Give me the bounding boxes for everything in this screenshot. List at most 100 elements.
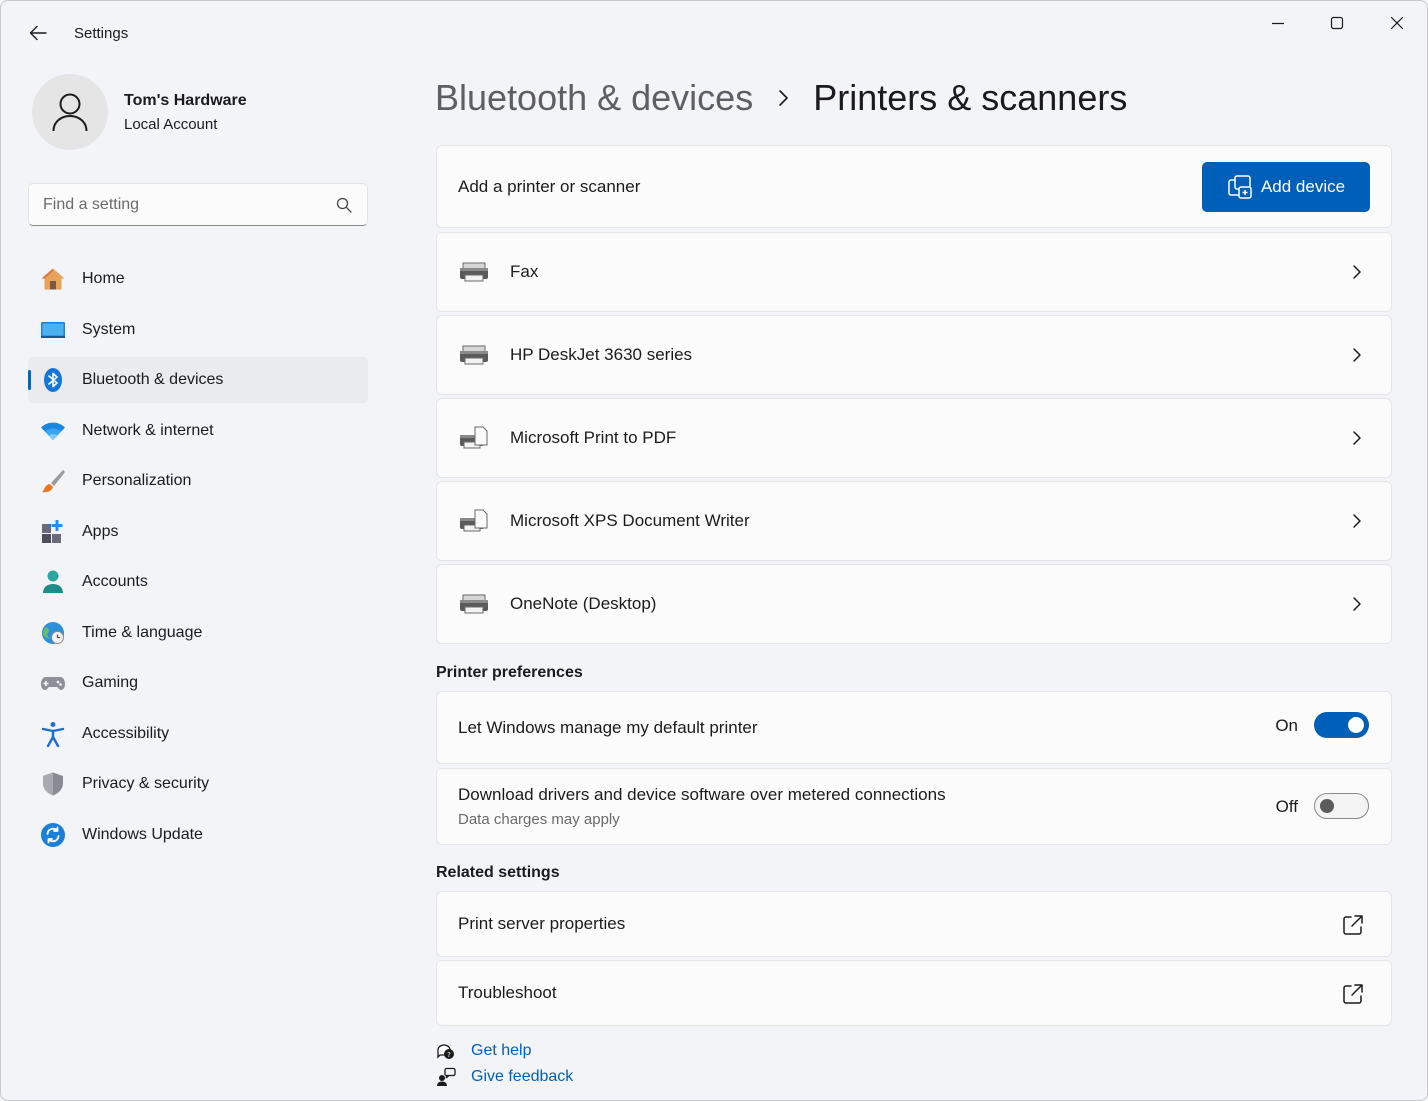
- breadcrumb: Bluetooth & devices Printers & scanners: [435, 77, 1127, 119]
- sidebar-item-network-internet[interactable]: Network & internet: [28, 408, 368, 454]
- related-settings-heading: Related settings: [436, 864, 560, 881]
- home-icon: [40, 266, 66, 292]
- sidebar-item-personalization[interactable]: Personalization: [28, 458, 368, 504]
- chevron-right-icon: [1349, 344, 1365, 366]
- chevron-right-icon: [777, 89, 789, 107]
- sidebar-item-label: Network & internet: [82, 421, 214, 439]
- breadcrumb-parent[interactable]: Bluetooth & devices: [435, 77, 753, 119]
- give-feedback-link[interactable]: Give feedback: [471, 1068, 573, 1086]
- brush-icon: [40, 468, 66, 494]
- metered-download-toggle[interactable]: [1314, 793, 1369, 819]
- toggle-state-label: Off: [1275, 797, 1298, 816]
- sidebar-item-home[interactable]: Home: [28, 256, 368, 302]
- sidebar-item-bluetooth-devices[interactable]: Bluetooth & devices: [28, 357, 368, 403]
- print-server-properties-row[interactable]: Print server properties: [436, 891, 1392, 957]
- printer-preferences-heading: Printer preferences: [436, 664, 583, 681]
- device-row-fax[interactable]: Fax: [436, 232, 1392, 312]
- related-setting-label: Troubleshoot: [458, 983, 557, 1002]
- get-help-link[interactable]: Get help: [471, 1042, 531, 1060]
- search-box: [28, 183, 368, 226]
- sidebar-item-label: Apps: [82, 522, 119, 540]
- wifi-icon: [40, 418, 66, 444]
- troubleshoot-row[interactable]: Troubleshoot: [436, 960, 1392, 1026]
- add-printer-card: Add a printer or scanner Add device: [436, 145, 1392, 228]
- profile-account-type: Local Account: [124, 115, 218, 133]
- chevron-right-icon: [1349, 427, 1365, 449]
- toggle-state-label: On: [1275, 716, 1298, 735]
- add-device-button-label: Add device: [1260, 177, 1346, 196]
- user-profile[interactable]: Tom's Hardware Local Account: [32, 74, 247, 150]
- device-name: Microsoft XPS Document Writer: [510, 511, 750, 530]
- printer-icon: [458, 260, 490, 284]
- sidebar-item-accessibility[interactable]: Accessibility: [28, 711, 368, 757]
- accounts-icon: [40, 569, 66, 595]
- manage-default-toggle[interactable]: [1314, 712, 1369, 738]
- accessibility-icon: [40, 721, 66, 747]
- app-title: Settings: [74, 25, 129, 42]
- sidebar-item-label: Accounts: [82, 573, 148, 590]
- sidebar-item-gaming[interactable]: Gaming: [28, 660, 368, 706]
- sidebar-item-accounts[interactable]: Accounts: [28, 559, 368, 605]
- give-feedback-link-row: Give feedback: [436, 1067, 573, 1087]
- add-device-icon: [1227, 174, 1253, 200]
- system-icon: [40, 317, 66, 343]
- shield-icon: [40, 771, 66, 797]
- back-arrow-icon: [29, 25, 47, 41]
- device-row-print-to-pdf[interactable]: Microsoft Print to PDF: [436, 398, 1392, 478]
- sidebar-item-time-language[interactable]: Time & language: [28, 610, 368, 656]
- printer-icon: [458, 592, 490, 616]
- sidebar-item-label: Time & language: [82, 623, 203, 641]
- sidebar-nav: Home System Bluetooth & devices Network …: [28, 256, 368, 862]
- toggle-knob: [1320, 799, 1334, 813]
- sidebar-item-system[interactable]: System: [28, 307, 368, 353]
- title-bar: Settings: [1, 1, 1427, 63]
- apps-icon: [40, 519, 66, 545]
- device-name: Microsoft Print to PDF: [510, 428, 677, 447]
- printer-icon: [458, 343, 490, 367]
- sidebar-item-label: Accessibility: [82, 724, 170, 742]
- maximize-button[interactable]: [1312, 7, 1362, 39]
- minimize-icon: [1272, 22, 1284, 25]
- related-setting-label: Print server properties: [458, 914, 626, 933]
- metered-download-label: Download drivers and device software ove…: [458, 785, 946, 804]
- update-icon: [40, 822, 66, 848]
- user-avatar-icon: [52, 93, 88, 132]
- device-row-xps-writer[interactable]: Microsoft XPS Document Writer: [436, 481, 1392, 561]
- sidebar-item-label: Gaming: [82, 674, 139, 691]
- sidebar-item-apps[interactable]: Apps: [28, 509, 368, 555]
- gamepad-icon: [40, 670, 66, 696]
- device-row-onenote[interactable]: OneNote (Desktop): [436, 564, 1392, 644]
- sidebar-item-privacy-security[interactable]: Privacy & security: [28, 761, 368, 807]
- printer-document-icon: [458, 426, 490, 450]
- minimize-button[interactable]: [1253, 7, 1303, 39]
- profile-name: Tom's Hardware: [124, 91, 247, 109]
- sidebar-item-label: Bluetooth & devices: [82, 371, 224, 388]
- avatar: [32, 74, 108, 150]
- metered-download-row: Download drivers and device software ove…: [436, 768, 1392, 845]
- device-name: Fax: [510, 262, 539, 281]
- search-icon[interactable]: [335, 196, 353, 214]
- bluetooth-icon: [40, 367, 66, 393]
- back-button[interactable]: [23, 19, 53, 47]
- external-link-icon: [1341, 982, 1365, 1006]
- device-row-hp-deskjet[interactable]: HP DeskJet 3630 series: [436, 315, 1392, 395]
- device-name: HP DeskJet 3630 series: [510, 345, 693, 364]
- maximize-icon: [1330, 16, 1344, 30]
- feedback-icon: [436, 1067, 456, 1087]
- chevron-right-icon: [1349, 593, 1365, 615]
- close-icon: [1390, 16, 1404, 30]
- sidebar-item-windows-update[interactable]: Windows Update: [28, 812, 368, 858]
- chevron-right-icon: [1349, 510, 1365, 532]
- sidebar-item-label: Windows Update: [82, 825, 203, 843]
- sidebar-item-label: Home: [82, 270, 125, 287]
- add-device-button[interactable]: Add device: [1202, 162, 1370, 212]
- page-title: Printers & scanners: [813, 77, 1128, 118]
- toggle-knob: [1348, 717, 1364, 733]
- get-help-link-row: ? Get help: [436, 1041, 531, 1061]
- device-name: OneNote (Desktop): [510, 594, 657, 613]
- svg-text:?: ?: [447, 1051, 451, 1059]
- help-chat-icon: ?: [436, 1041, 456, 1061]
- sidebar-item-label: Privacy & security: [82, 775, 210, 792]
- close-button[interactable]: [1372, 7, 1422, 39]
- search-input[interactable]: [43, 195, 335, 214]
